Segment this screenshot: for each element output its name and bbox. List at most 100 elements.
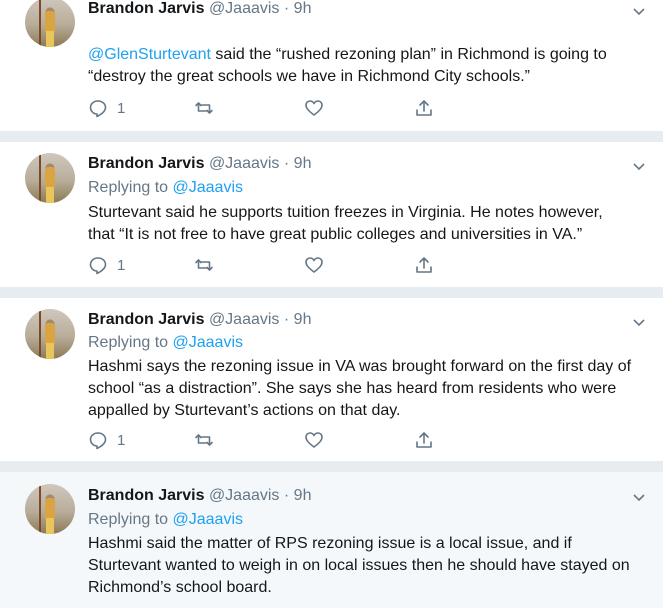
reply-count: 1 — [117, 431, 126, 449]
replying-handle[interactable]: @Jaaavis — [173, 334, 244, 351]
tweet-text-line: Richmond’s school board. — [88, 579, 272, 596]
tweet-text: Hashmi says the rezoning issue in VA was… — [88, 356, 653, 422]
avatar-pole — [39, 155, 41, 203]
like-button[interactable] — [304, 429, 324, 451]
tweet-text-line: Sturtevant wanted to weigh in on local i… — [88, 557, 630, 574]
tweet[interactable]: Brandon Jarvis @Jaaavis · 9h Replying to… — [0, 472, 663, 608]
timestamp[interactable]: 9h — [294, 155, 312, 172]
share-button[interactable] — [414, 254, 434, 276]
tweet-text-line: appalled by Sturtevant’s actions on that… — [88, 402, 401, 419]
tweet-separator — [0, 461, 663, 472]
replying-handle[interactable]: @Jaaavis — [173, 511, 244, 528]
replying-handle[interactable]: @Jaaavis — [173, 179, 244, 196]
reply-icon — [89, 432, 107, 450]
author-handle[interactable]: @Jaaavis — [209, 311, 280, 328]
tweet-text: Hashmi said the matter of RPS rezoning i… — [88, 533, 653, 599]
tweet-text-line: “destroy the great schools we have in Ri… — [88, 68, 530, 85]
tweet-text-line: Hashmi says the rezoning issue in VA was… — [88, 358, 632, 375]
chevron-down-icon[interactable] — [631, 3, 647, 19]
avatar-legs — [46, 343, 54, 359]
author-handle[interactable]: @Jaaavis — [209, 0, 280, 17]
tweet[interactable]: Brandon Jarvis @Jaaavis · 9h Replying to… — [0, 142, 663, 287]
retweet-icon — [195, 102, 213, 114]
share-icon — [416, 257, 432, 273]
timeline: Brandon Jarvis @Jaaavis · 9h @GlenSturte… — [0, 0, 663, 608]
avatar[interactable] — [25, 153, 75, 203]
author-name[interactable]: Brandon Jarvis — [88, 155, 204, 172]
reply-button[interactable]: 1 — [88, 97, 125, 119]
avatar-pole — [39, 0, 41, 47]
replying-prefix: Replying to — [88, 511, 173, 528]
retweet-button[interactable] — [194, 429, 214, 451]
reply-button[interactable]: 1 — [88, 429, 125, 451]
timestamp[interactable]: 9h — [294, 311, 312, 328]
tweet-text: @GlenSturtevant said the “rushed rezonin… — [88, 44, 653, 88]
author-name[interactable]: Brandon Jarvis — [88, 311, 204, 328]
avatar-figure — [45, 11, 55, 33]
avatar-legs — [46, 518, 54, 534]
heart-icon — [305, 432, 323, 448]
reply-icon — [89, 100, 107, 118]
avatar-figure — [45, 498, 55, 520]
avatar-pole — [39, 311, 41, 359]
separator-dot: · — [283, 487, 290, 504]
tweet-separator — [0, 131, 663, 142]
mention-link[interactable]: @GlenSturtevant — [88, 46, 211, 63]
avatar[interactable] — [25, 0, 75, 47]
tweet-header: Brandon Jarvis @Jaaavis · 9h — [88, 154, 311, 174]
retweet-button[interactable] — [194, 97, 214, 119]
tweet-text-line: said the “rushed rezoning plan” in Richm… — [210, 46, 607, 63]
tweet-header: Brandon Jarvis @Jaaavis · 9h — [88, 310, 311, 330]
tweet-actions: 1 — [88, 429, 448, 451]
retweet-icon — [195, 259, 213, 271]
replying-to: Replying to @Jaaavis — [88, 178, 243, 198]
chevron-down-icon[interactable] — [631, 489, 647, 505]
share-icon — [416, 432, 432, 448]
like-button[interactable] — [304, 97, 324, 119]
tweet-header: Brandon Jarvis @Jaaavis · 9h — [88, 486, 311, 506]
tweet-text-line: Sturtevant said he supports tuition free… — [88, 204, 603, 221]
tweet-text: Sturtevant said he supports tuition free… — [88, 202, 653, 246]
heart-icon — [305, 100, 323, 116]
avatar-legs — [46, 187, 54, 203]
share-icon — [416, 100, 432, 116]
avatar[interactable] — [25, 309, 75, 359]
heart-icon — [305, 257, 323, 273]
timestamp[interactable]: 9h — [294, 0, 312, 17]
avatar-figure — [45, 167, 55, 189]
share-button[interactable] — [414, 97, 434, 119]
replying-to: Replying to @Jaaavis — [88, 333, 243, 353]
avatar-figure — [45, 323, 55, 345]
reply-button[interactable]: 1 — [88, 254, 125, 276]
tweet-text-line: school “as a distraction”. She says she … — [88, 380, 617, 397]
tweet-separator — [0, 287, 663, 298]
chevron-down-icon[interactable] — [631, 158, 647, 174]
reply-count: 1 — [117, 256, 126, 274]
tweet-actions: 1 — [88, 254, 448, 276]
chevron-down-icon[interactable] — [631, 314, 647, 330]
tweet-actions: 1 — [88, 97, 448, 119]
replying-prefix: Replying to — [88, 334, 173, 351]
separator-dot: · — [283, 0, 290, 17]
retweet-button[interactable] — [194, 254, 214, 276]
like-button[interactable] — [304, 254, 324, 276]
retweet-icon — [195, 434, 213, 446]
avatar-legs — [46, 31, 54, 47]
avatar[interactable] — [25, 484, 75, 534]
tweet-text-line: Hashmi said the matter of RPS rezoning i… — [88, 535, 572, 552]
tweet-header: Brandon Jarvis @Jaaavis · 9h — [88, 0, 311, 19]
reply-count: 1 — [117, 99, 126, 117]
author-name[interactable]: Brandon Jarvis — [88, 487, 204, 504]
tweet[interactable]: Brandon Jarvis @Jaaavis · 9h Replying to… — [0, 298, 663, 461]
reply-icon — [89, 257, 107, 275]
tweet-text-line: that “It is not free to have great publi… — [88, 226, 583, 243]
author-name[interactable]: Brandon Jarvis — [88, 0, 204, 17]
avatar-pole — [39, 486, 41, 534]
timestamp[interactable]: 9h — [294, 487, 312, 504]
share-button[interactable] — [414, 429, 434, 451]
replying-prefix: Replying to — [88, 179, 173, 196]
author-handle[interactable]: @Jaaavis — [209, 155, 280, 172]
author-handle[interactable]: @Jaaavis — [209, 487, 280, 504]
tweet[interactable]: Brandon Jarvis @Jaaavis · 9h @GlenSturte… — [0, 0, 663, 131]
separator-dot: · — [283, 155, 290, 172]
